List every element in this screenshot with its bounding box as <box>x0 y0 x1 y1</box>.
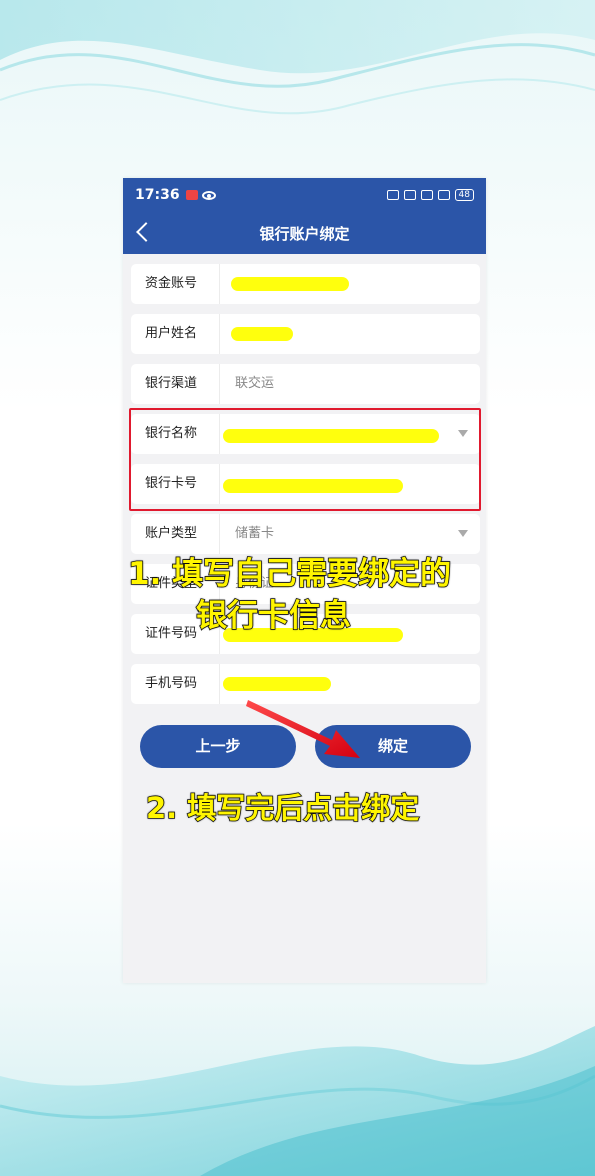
field-user-name[interactable]: 用户姓名 <box>131 314 480 354</box>
nav-bar: 银行账户绑定 <box>123 212 486 254</box>
highlight-box <box>129 408 481 511</box>
field-divider <box>219 664 220 704</box>
eye-icon <box>201 190 216 200</box>
status-time: 17:36 <box>135 187 180 203</box>
notification-icon <box>185 190 198 200</box>
battery-icon: 48 <box>454 189 474 201</box>
field-value: 联交运 <box>235 376 275 391</box>
annotation-step1-line2: 银行卡信息 <box>195 597 352 635</box>
signal-icon <box>420 190 433 200</box>
field-label: 用户姓名 <box>145 326 198 341</box>
dropdown-arrow-icon[interactable] <box>458 530 468 537</box>
back-arrow-icon[interactable] <box>136 222 156 242</box>
field-label: 资金账号 <box>145 276 198 291</box>
field-divider <box>219 364 220 404</box>
previous-step-button[interactable]: 上一步 <box>140 725 296 768</box>
field-divider <box>219 314 220 354</box>
page-title: 银行账户绑定 <box>259 224 350 243</box>
field-fund-account[interactable]: 资金账号 <box>131 264 480 304</box>
annotation-step2: 2. 填写完后点击绑定 <box>145 790 420 826</box>
redaction-highlight <box>231 277 349 291</box>
field-label: 银行渠道 <box>145 376 198 391</box>
field-label: 证件号码 <box>145 626 198 641</box>
annotation-step1-line1: 1. 填写自己需要绑定的 <box>127 555 452 593</box>
status-bar: 17:36 48 <box>123 178 486 212</box>
alarm-icon <box>386 190 399 200</box>
redaction-highlight <box>231 327 293 341</box>
field-phone-number[interactable]: 手机号码 <box>131 664 480 704</box>
field-bank-channel[interactable]: 银行渠道 联交运 <box>131 364 480 404</box>
background-wave-top <box>0 0 595 115</box>
field-divider <box>219 264 220 304</box>
redaction-highlight <box>223 677 331 691</box>
wifi-icon <box>403 190 416 200</box>
field-label: 手机号码 <box>145 676 198 691</box>
background-wave-bottom <box>0 1026 595 1176</box>
bind-button[interactable]: 绑定 <box>315 725 471 768</box>
signal-icon-2 <box>437 190 450 200</box>
